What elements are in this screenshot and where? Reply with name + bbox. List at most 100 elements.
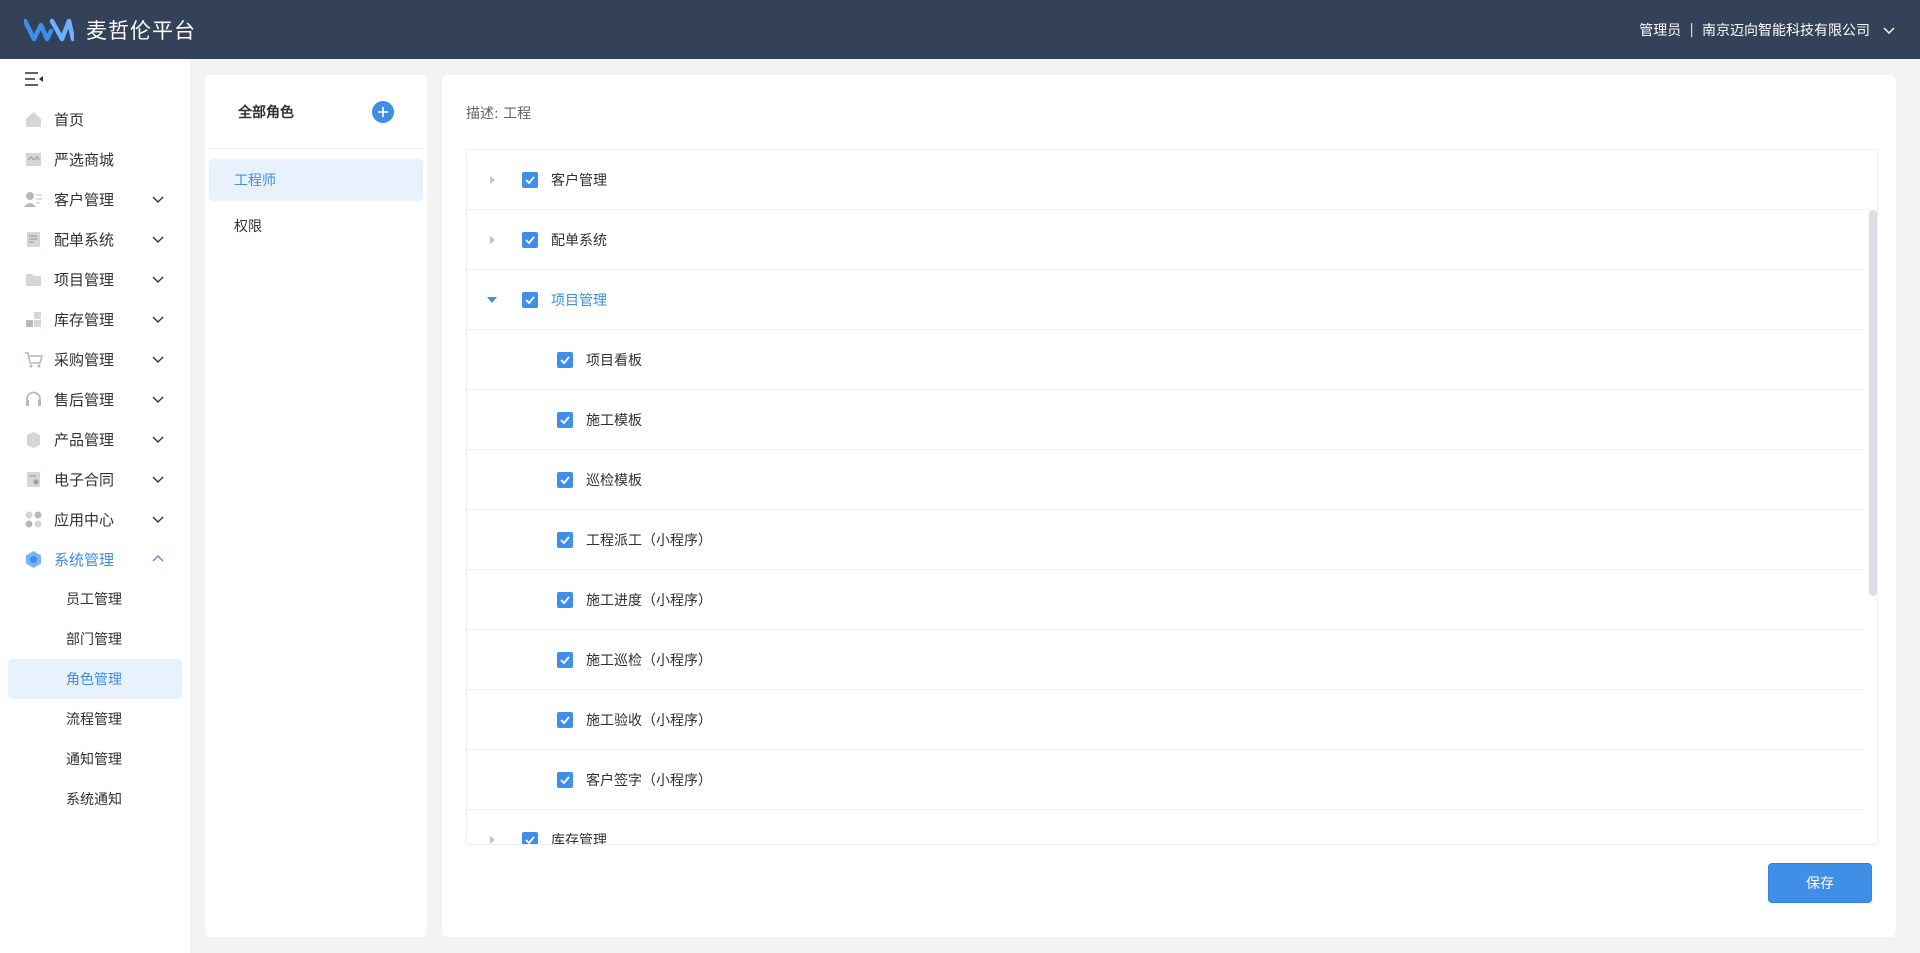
sidebar-item-product[interactable]: 产品管理 (0, 419, 190, 459)
checkbox-checked[interactable] (557, 712, 573, 728)
tree-row[interactable]: 项目看板 (467, 330, 1863, 390)
sidebar-item-inventory[interactable]: 库存管理 (0, 299, 190, 339)
sidebar-subitem-workflow[interactable]: 流程管理 (8, 699, 182, 739)
chevron-down-icon (152, 276, 164, 283)
user-menu[interactable]: 管理员 | 南京迈向智能科技有限公司 (1639, 20, 1896, 40)
contract-icon (27, 471, 40, 487)
permission-tree-content: 客户管理 配单系统 项目管理 项目看板 施工模板 巡检模板 工程派工（小程序） … (467, 150, 1863, 845)
tree-row-label: 巡检模板 (586, 473, 642, 489)
system-icon (26, 550, 41, 568)
sidebar-item-home[interactable]: 首页 (0, 99, 190, 139)
chevron-down-icon (152, 516, 164, 523)
checkbox-checked[interactable] (557, 772, 573, 788)
chevron-down-icon (152, 316, 164, 323)
sidebar-subitem-department[interactable]: 部门管理 (8, 619, 182, 659)
sidebar-item-contract[interactable]: 电子合同 (0, 459, 190, 499)
chevron-down-icon (152, 196, 164, 203)
checkbox-checked[interactable] (557, 532, 573, 548)
chevron-down-icon (152, 236, 164, 243)
tree-row[interactable]: 配单系统 (467, 210, 1863, 270)
role-item-permission[interactable]: 权限 (209, 205, 423, 247)
caret-right-icon[interactable] (487, 174, 497, 186)
checkbox-checked[interactable] (557, 652, 573, 668)
role-panel-header: 全部角色 (209, 75, 423, 149)
sidebar-item-mall[interactable]: 严选商城 (0, 139, 190, 179)
tree-scrollbar[interactable] (1869, 210, 1877, 596)
checkbox-checked[interactable] (557, 472, 573, 488)
tree-row[interactable]: 客户签字（小程序） (467, 750, 1863, 810)
tree-row[interactable]: 工程派工（小程序） (467, 510, 1863, 570)
sidebar-item-customer[interactable]: 客户管理 (0, 179, 190, 219)
logo-icon (24, 18, 74, 41)
tree-row[interactable]: 库存管理 (467, 810, 1863, 845)
sidebar-item-aftersale[interactable]: 售后管理 (0, 379, 190, 419)
chevron-down-icon (152, 436, 164, 443)
mall-icon (26, 152, 41, 166)
sidebar-item-label: 首页 (54, 110, 85, 129)
menu-collapse-icon[interactable] (24, 71, 44, 87)
customer-icon (24, 191, 42, 207)
inventory-icon (26, 311, 41, 327)
sidebar-subitem-notice-mgmt[interactable]: 通知管理 (8, 739, 182, 779)
tree-row-label: 施工进度（小程序） (586, 593, 712, 609)
sidebar-item-label: 库存管理 (54, 310, 115, 329)
sidebar-item-label: 售后管理 (54, 390, 115, 409)
chevron-up-icon (152, 555, 164, 562)
user-separator: | (1689, 21, 1694, 38)
tree-row-label: 客户管理 (551, 173, 607, 189)
tree-row[interactable]: 施工验收（小程序） (467, 690, 1863, 750)
order-icon (27, 231, 40, 247)
sidebar-item-label: 系统管理 (54, 550, 115, 569)
sidebar-subitem-staff[interactable]: 员工管理 (8, 579, 182, 619)
tree-row[interactable]: 客户管理 (467, 150, 1863, 210)
add-role-button[interactable] (372, 100, 394, 123)
sidebar-item-system[interactable]: 系统管理 (0, 539, 190, 579)
role-panel: 全部角色 工程师 权限 (205, 75, 427, 937)
sidebar-item-label: 电子合同 (54, 470, 115, 489)
apps-icon (25, 511, 42, 527)
sidebar-subitem-system-notice[interactable]: 系统通知 (8, 779, 182, 819)
chevron-down-icon[interactable] (1882, 23, 1896, 37)
sidebar-item-apps[interactable]: 应用中心 (0, 499, 190, 539)
tree-row[interactable]: 施工进度（小程序） (467, 570, 1863, 630)
company-name: 南京迈向智能科技有限公司 (1702, 22, 1870, 39)
caret-right-icon[interactable] (487, 234, 497, 246)
sidebar-subitem-role[interactable]: 角色管理 (8, 659, 182, 699)
checkbox-checked[interactable] (557, 412, 573, 428)
tree-row[interactable]: 施工模板 (467, 390, 1863, 450)
brand[interactable]: 麦哲伦平台 (24, 15, 196, 45)
brand-title: 麦哲伦平台 (86, 18, 196, 43)
tree-row-label: 施工验收（小程序） (586, 713, 712, 729)
checkbox-checked[interactable] (557, 352, 573, 368)
top-header: 麦哲伦平台 管理员 | 南京迈向智能科技有限公司 (0, 0, 1920, 59)
sidebar: 首页 严选商城 客户管理 配单系统 项目管理 库存管理 采购管理 售后管理 产品… (0, 59, 190, 953)
tree-row-label: 配单系统 (551, 233, 607, 249)
sidebar-item-label: 严选商城 (54, 150, 115, 169)
checkbox-checked[interactable] (522, 172, 538, 188)
tree-row-label: 工程派工（小程序） (586, 533, 712, 549)
sidebar-item-project[interactable]: 项目管理 (0, 259, 190, 299)
home-icon (26, 111, 41, 127)
tree-row-label: 客户签字（小程序） (586, 773, 712, 789)
checkbox-checked[interactable] (522, 292, 538, 308)
sidebar-item-label: 项目管理 (54, 270, 115, 289)
caret-down-icon[interactable] (487, 294, 497, 306)
sidebar-item-label: 客户管理 (54, 190, 115, 209)
headset-icon (26, 391, 41, 406)
role-description: 描述: 工程 (466, 106, 532, 122)
tree-row[interactable]: 巡检模板 (467, 450, 1863, 510)
sidebar-item-order[interactable]: 配单系统 (0, 219, 190, 259)
tree-row[interactable]: 施工巡检（小程序） (467, 630, 1863, 690)
sidebar-item-label: 采购管理 (54, 350, 115, 369)
role-item-engineer[interactable]: 工程师 (209, 159, 423, 201)
checkbox-checked[interactable] (522, 232, 538, 248)
save-button[interactable]: 保存 (1768, 863, 1872, 903)
chevron-down-icon (152, 396, 164, 403)
sidebar-item-purchase[interactable]: 采购管理 (0, 339, 190, 379)
tree-row[interactable]: 项目管理 (467, 270, 1863, 330)
user-role: 管理员 (1639, 22, 1682, 39)
sidebar-item-label: 配单系统 (54, 230, 115, 249)
caret-right-icon[interactable] (487, 834, 497, 845)
checkbox-checked[interactable] (522, 832, 538, 845)
checkbox-checked[interactable] (557, 592, 573, 608)
